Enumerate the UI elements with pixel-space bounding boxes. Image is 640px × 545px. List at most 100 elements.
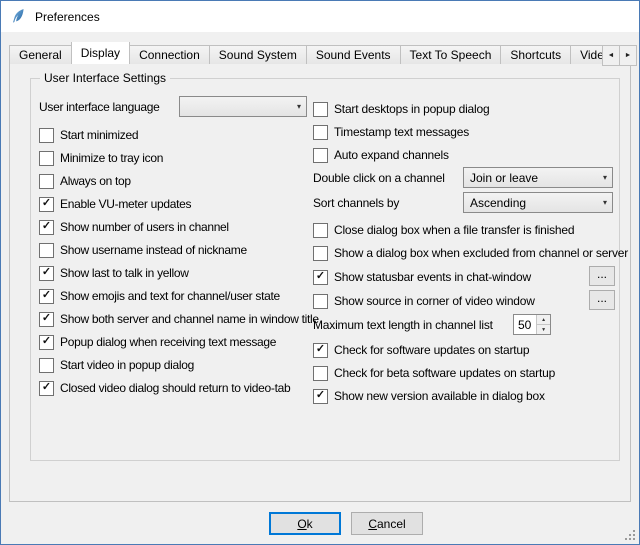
tab-bar: General Display Connection Sound System … [9, 42, 631, 64]
checkbox[interactable]: ✓ [39, 174, 54, 189]
checkbox-desktops-popup[interactable]: ✓ Start desktops in popup dialog [313, 99, 489, 119]
tab-general[interactable]: General [9, 45, 72, 64]
tab-label: Text To Speech [410, 48, 492, 62]
double-click-select[interactable]: Join or leave ▾ [463, 167, 613, 188]
max-text-length-spinner[interactable]: 50 ▲ ▼ [513, 314, 551, 335]
spin-arrows: ▲ ▼ [536, 315, 550, 334]
cancel-button[interactable]: Cancel [351, 512, 423, 535]
checkbox[interactable]: ✓ [39, 220, 54, 235]
check-icon: ✓ [316, 344, 325, 355]
check-icon: ✓ [316, 271, 325, 282]
titlebar[interactable]: Preferences [1, 1, 639, 32]
checkbox-username-instead-nickname[interactable]: ✓ Show username instead of nickname [39, 240, 247, 260]
checkbox-check-updates[interactable]: ✓ Check for software updates on startup [313, 340, 529, 360]
check-icon: ✓ [42, 382, 51, 393]
checkbox-label: Start desktops in popup dialog [334, 102, 489, 116]
tab-sound-events[interactable]: Sound Events [306, 45, 401, 64]
check-icon: ✓ [42, 267, 51, 278]
checkbox[interactable]: ✓ [39, 151, 54, 166]
checkbox-last-talk-yellow[interactable]: ✓ Show last to talk in yellow [39, 263, 189, 283]
spin-up-icon[interactable]: ▲ [537, 315, 550, 325]
checkbox-timestamp-messages[interactable]: ✓ Timestamp text messages [313, 122, 469, 142]
ok-button[interactable]: Ok [269, 512, 341, 535]
checkbox-statusbar-events[interactable]: ✓ Show statusbar events in chat-window [313, 267, 531, 287]
checkbox[interactable]: ✓ [39, 243, 54, 258]
tab-display[interactable]: Display [71, 42, 130, 64]
tab-text-to-speech[interactable]: Text To Speech [400, 45, 502, 64]
tab-label: General [19, 48, 62, 62]
checkbox-label: Closed video dialog should return to vid… [60, 381, 290, 395]
user-interface-settings-group: User Interface Settings User interface l… [30, 78, 620, 461]
checkbox-label: Show a dialog box when excluded from cha… [334, 246, 628, 260]
checkbox-new-version-dialog[interactable]: ✓ Show new version available in dialog b… [313, 386, 545, 406]
tab-shortcuts[interactable]: Shortcuts [500, 45, 571, 64]
sort-channels-select[interactable]: Ascending ▾ [463, 192, 613, 213]
resize-grip[interactable] [623, 528, 637, 542]
checkbox[interactable]: ✓ [39, 335, 54, 350]
checkbox-label: Show last to talk in yellow [60, 266, 189, 280]
checkbox-vu-meter[interactable]: ✓ Enable VU-meter updates [39, 194, 191, 214]
checkbox-label: Show source in corner of video window [334, 294, 535, 308]
max-text-length-label: Maximum text length in channel list [313, 318, 493, 332]
spin-down-icon[interactable]: ▼ [537, 325, 550, 334]
checkbox[interactable]: ✓ [313, 270, 328, 285]
preferences-window: Preferences General Display Connection S… [0, 0, 640, 545]
checkbox-closed-video-return[interactable]: ✓ Closed video dialog should return to v… [39, 378, 290, 398]
tab-label: Sound System [219, 48, 297, 62]
sort-channels-value: Ascending [470, 196, 526, 210]
language-select[interactable]: ▾ [179, 96, 307, 117]
tab-connection[interactable]: Connection [129, 45, 210, 64]
checkbox-label: Start video in popup dialog [60, 358, 194, 372]
checkbox-start-minimized[interactable]: ✓ Start minimized [39, 125, 138, 145]
check-icon: ✓ [42, 221, 51, 232]
checkbox-video-popup[interactable]: ✓ Start video in popup dialog [39, 355, 194, 375]
checkbox[interactable]: ✓ [39, 289, 54, 304]
checkbox-emojis-text-state[interactable]: ✓ Show emojis and text for channel/user … [39, 286, 280, 306]
checkbox-auto-expand-channels[interactable]: ✓ Auto expand channels [313, 145, 449, 165]
checkbox[interactable]: ✓ [313, 343, 328, 358]
checkbox-label: Show number of users in channel [60, 220, 229, 234]
checkbox-always-on-top[interactable]: ✓ Always on top [39, 171, 131, 191]
tab-scroll-left-icon[interactable]: ◄ [602, 45, 620, 66]
checkbox[interactable]: ✓ [39, 197, 54, 212]
checkbox[interactable]: ✓ [39, 381, 54, 396]
spin-value[interactable]: 50 [514, 315, 536, 334]
checkbox-label: Start minimized [60, 128, 138, 142]
checkbox[interactable]: ✓ [313, 125, 328, 140]
checkbox[interactable]: ✓ [313, 223, 328, 238]
checkbox-minimize-to-tray[interactable]: ✓ Minimize to tray icon [39, 148, 163, 168]
language-row: User interface language [39, 97, 160, 117]
max-text-length-row: Maximum text length in channel list [313, 315, 493, 335]
checkbox-video-source-corner[interactable]: ✓ Show source in corner of video window [313, 291, 535, 311]
checkbox-label: Show emojis and text for channel/user st… [60, 289, 280, 303]
window-title: Preferences [35, 10, 100, 24]
double-click-value: Join or leave [470, 171, 538, 185]
checkbox[interactable]: ✓ [313, 389, 328, 404]
checkbox[interactable]: ✓ [313, 148, 328, 163]
checkbox[interactable]: ✓ [313, 294, 328, 309]
checkbox-label: Always on top [60, 174, 131, 188]
check-icon: ✓ [42, 313, 51, 324]
tab-sound-system[interactable]: Sound System [209, 45, 307, 64]
checkbox[interactable]: ✓ [39, 266, 54, 281]
check-icon: ✓ [42, 290, 51, 301]
tab-label: Display [81, 46, 120, 60]
checkbox-dialog-excluded[interactable]: ✓ Show a dialog box when excluded from c… [313, 243, 628, 263]
video-source-more-button[interactable]: ... [589, 290, 615, 310]
checkbox[interactable]: ✓ [313, 102, 328, 117]
checkbox-label: Check for beta software updates on start… [334, 366, 555, 380]
checkbox-check-beta-updates[interactable]: ✓ Check for beta software updates on sta… [313, 363, 555, 383]
checkbox-server-channel-title[interactable]: ✓ Show both server and channel name in w… [39, 309, 319, 329]
checkbox-popup-text-message[interactable]: ✓ Popup dialog when receiving text messa… [39, 332, 276, 352]
checkbox[interactable]: ✓ [313, 246, 328, 261]
checkbox[interactable]: ✓ [39, 128, 54, 143]
check-icon: ✓ [42, 198, 51, 209]
checkbox-show-user-count[interactable]: ✓ Show number of users in channel [39, 217, 229, 237]
checkbox-close-file-transfer[interactable]: ✓ Close dialog box when a file transfer … [313, 220, 574, 240]
statusbar-events-more-button[interactable]: ... [589, 266, 615, 286]
checkbox[interactable]: ✓ [313, 366, 328, 381]
sort-channels-label: Sort channels by [313, 196, 399, 210]
tab-scroll-right-icon[interactable]: ► [619, 45, 637, 66]
checkbox[interactable]: ✓ [39, 358, 54, 373]
checkbox[interactable]: ✓ [39, 312, 54, 327]
